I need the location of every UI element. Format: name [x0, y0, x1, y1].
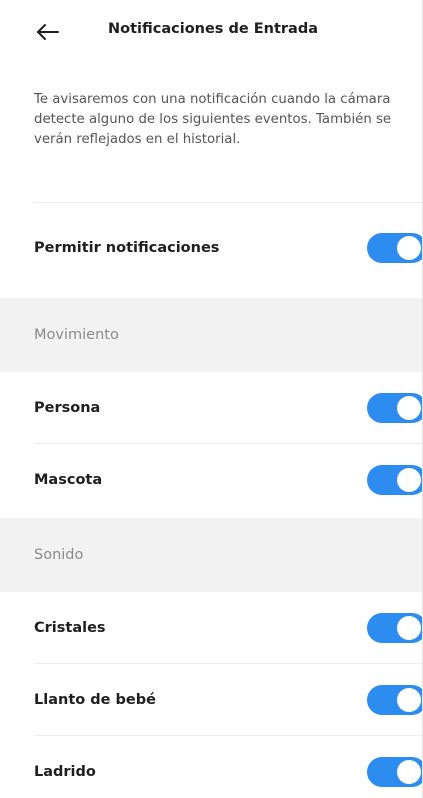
toggle-knob [397, 236, 421, 260]
toggle-cristales[interactable] [367, 613, 422, 643]
header: Notificaciones de Entrada [0, 0, 422, 64]
setting-row-llanto-de-bebe: Llanto de bebé [0, 664, 422, 736]
toggle-ladrido[interactable] [367, 757, 422, 787]
toggle-persona[interactable] [367, 393, 422, 423]
section-header-sound: Sonido [0, 518, 422, 592]
setting-row-persona: Persona [0, 372, 422, 444]
divider [34, 202, 422, 203]
setting-label: Llanto de bebé [34, 692, 156, 708]
section-title: Sonido [34, 547, 84, 563]
setting-label: Cristales [34, 620, 106, 636]
allow-notifications-row: Permitir notificaciones [0, 212, 422, 284]
toggle-knob [397, 760, 421, 784]
toggle-mascota[interactable] [367, 465, 422, 495]
toggle-knob [397, 688, 421, 712]
section-title: Movimiento [34, 327, 119, 343]
toggle-llanto-de-bebe[interactable] [367, 685, 422, 715]
setting-label: Ladrido [34, 764, 96, 780]
description-text: Te avisaremos con una notificación cuand… [34, 92, 392, 147]
toggle-knob [397, 396, 421, 420]
setting-row-cristales: Cristales [0, 592, 422, 664]
toggle-knob [397, 468, 421, 492]
section-header-movement: Movimiento [0, 298, 422, 372]
setting-row-ladrido: Ladrido [0, 736, 422, 798]
toggle-knob [397, 616, 421, 640]
allow-notifications-label: Permitir notificaciones [34, 240, 220, 256]
allow-notifications-toggle[interactable] [367, 233, 422, 263]
arrow-left-icon[interactable] [34, 18, 62, 46]
setting-label: Persona [34, 400, 101, 416]
screen: Notificaciones de Entrada Te avisaremos … [0, 0, 423, 798]
setting-row-mascota: Mascota [0, 444, 422, 516]
page-title: Notificaciones de Entrada [108, 21, 319, 37]
setting-label: Mascota [34, 472, 103, 488]
